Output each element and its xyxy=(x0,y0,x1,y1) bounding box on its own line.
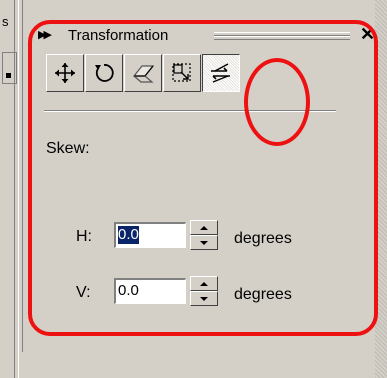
toolbar-separator xyxy=(44,110,336,112)
left-workspace-strip: s xyxy=(0,0,23,378)
close-icon[interactable]: ✕ xyxy=(360,24,375,45)
move-arrows-icon xyxy=(55,63,75,83)
docker-title: Transformation xyxy=(68,27,173,44)
spin-down-icon xyxy=(200,296,208,301)
left-edge-divider xyxy=(14,0,15,378)
vertical-unit-label: degrees xyxy=(234,286,292,303)
spin-up-icon xyxy=(200,281,208,286)
horizontal-spin-up[interactable] xyxy=(190,220,218,235)
docker-title-bar[interactable]: ▶▶ Transformation ✕ xyxy=(24,24,375,48)
scale-mirror-button[interactable] xyxy=(124,54,162,92)
skew-button[interactable] xyxy=(202,54,240,92)
spin-up-icon xyxy=(200,225,208,230)
rotate-icon xyxy=(95,64,114,82)
vertical-skew-spinner xyxy=(190,276,218,306)
horizontal-unit-label: degrees xyxy=(234,230,292,247)
vertical-skew-input[interactable]: 0.0 xyxy=(114,278,186,304)
vertical-label: V: xyxy=(76,284,91,301)
spin-down-icon xyxy=(200,240,208,245)
bottom-area xyxy=(22,352,375,378)
right-hatched-area xyxy=(375,0,387,378)
horizontal-skew-spinner xyxy=(190,220,218,250)
mirror-icon xyxy=(132,65,155,83)
position-button[interactable] xyxy=(46,54,84,92)
horizontal-spin-down[interactable] xyxy=(190,235,218,250)
skew-section-label: Skew: xyxy=(46,140,90,157)
vertical-spin-down[interactable] xyxy=(190,291,218,306)
horizontal-skew-value: 0.0 xyxy=(118,226,139,244)
size-icon xyxy=(172,63,191,82)
left-edge-highlight xyxy=(18,0,19,378)
transform-toolbar xyxy=(46,54,241,92)
rotate-button[interactable] xyxy=(85,54,123,92)
expand-arrows-icon[interactable]: ▶▶ xyxy=(38,28,52,41)
horizontal-skew-input[interactable]: 0.0 xyxy=(114,222,186,248)
size-button[interactable] xyxy=(163,54,201,92)
vertical-skew-value: 0.0 xyxy=(118,282,139,299)
title-bar-grip-rails xyxy=(214,32,350,40)
skew-icon xyxy=(211,63,230,83)
left-edge-label: s xyxy=(2,14,9,29)
vertical-spin-up[interactable] xyxy=(190,276,218,291)
horizontal-label: H: xyxy=(76,228,92,245)
